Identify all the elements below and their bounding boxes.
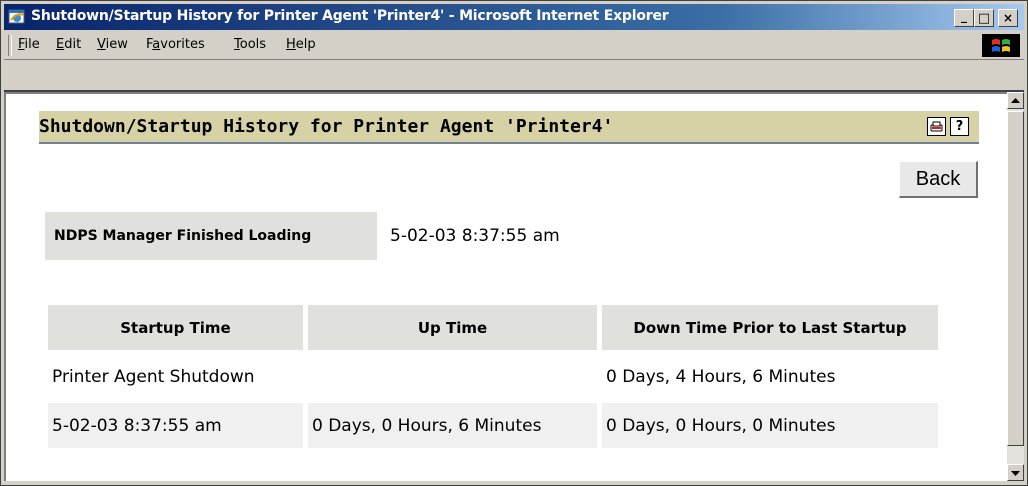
help-icon[interactable]: ?	[950, 117, 969, 136]
menu-view[interactable]: View	[97, 37, 128, 52]
menu-edit-label-key: E	[56, 37, 65, 52]
close-icon: ×	[1002, 11, 1014, 25]
menu-favorites-label-post: vorites	[160, 37, 205, 52]
menu-help[interactable]: Help	[286, 37, 316, 52]
minimize-button[interactable]: _	[954, 9, 974, 27]
menu-help-label-key: H	[286, 37, 296, 52]
scroll-thumb[interactable]	[1007, 111, 1024, 446]
history-table: Startup Time Up Time Down Time Prior to …	[43, 301, 943, 452]
vertical-scrollbar[interactable]	[1007, 92, 1024, 481]
table-cell	[308, 354, 597, 399]
scroll-up-button[interactable]	[1007, 92, 1024, 109]
menu-help-label-post: elp	[295, 37, 316, 52]
menu-view-label-key: V	[97, 37, 106, 52]
menu-bar: File Edit View Favorites Tools Help	[4, 32, 1024, 60]
page-content: Shutdown/Startup History for Printer Age…	[4, 92, 1007, 481]
page-header-bar: Shutdown/Startup History for Printer Age…	[39, 111, 979, 144]
menu-tools[interactable]: Tools	[234, 37, 266, 52]
menu-favorites[interactable]: Favorites	[146, 37, 205, 52]
help-icon-glyph: ?	[955, 119, 964, 134]
menu-edit[interactable]: Edit	[56, 37, 81, 52]
back-button[interactable]: Back	[899, 161, 978, 198]
column-header-startup-time: Startup Time	[48, 305, 303, 350]
maximize-button[interactable]: □	[974, 9, 994, 27]
manager-loaded-value: 5-02-03 8:37:55 am	[390, 226, 560, 246]
arrow-up-icon	[1011, 97, 1020, 103]
menu-file-label-post: ile	[24, 37, 40, 52]
menu-tools-label-post: ools	[239, 37, 267, 52]
maximize-icon: □	[977, 10, 991, 26]
column-header-up-time: Up Time	[308, 305, 597, 350]
arrow-down-icon	[1011, 470, 1020, 476]
table-cell: 0 Days, 4 Hours, 6 Minutes	[606, 366, 836, 387]
manager-loaded-label: NDPS Manager Finished Loading	[45, 212, 377, 260]
table-header-row: Startup Time Up Time Down Time Prior to …	[48, 305, 938, 350]
table-cell: 0 Days, 0 Hours, 6 Minutes	[308, 403, 597, 448]
title-bar: Shutdown/Startup History for Printer Age…	[4, 4, 1024, 30]
menu-view-label-post: iew	[105, 37, 128, 52]
toolbar-grip	[8, 35, 12, 56]
browser-window: Shutdown/Startup History for Printer Age…	[0, 0, 1028, 486]
internet-explorer-icon	[8, 8, 26, 26]
table-cell: Printer Agent Shutdown	[52, 366, 255, 387]
windows-logo-icon	[982, 34, 1020, 57]
window-title: Shutdown/Startup History for Printer Age…	[31, 8, 669, 24]
scroll-down-button[interactable]	[1007, 464, 1024, 481]
column-header-down-time: Down Time Prior to Last Startup	[602, 305, 938, 350]
menu-file[interactable]: File	[18, 37, 40, 52]
back-button-label: Back	[915, 167, 961, 190]
page-title: Shutdown/Startup History for Printer Age…	[39, 116, 614, 137]
table-row: Printer Agent Shutdown 0 Days, 4 Hours, …	[48, 354, 938, 399]
table-cell: 0 Days, 0 Hours, 0 Minutes	[602, 403, 938, 448]
table-cell: 5-02-03 8:37:55 am	[48, 403, 303, 448]
minimize-icon: _	[961, 9, 967, 23]
close-button[interactable]: ×	[998, 9, 1018, 27]
table-row: 5-02-03 8:37:55 am 0 Days, 0 Hours, 6 Mi…	[48, 403, 938, 448]
menu-edit-label-post: dit	[64, 37, 82, 52]
printer-icon[interactable]	[927, 117, 946, 136]
toolbar-area	[4, 60, 1024, 90]
